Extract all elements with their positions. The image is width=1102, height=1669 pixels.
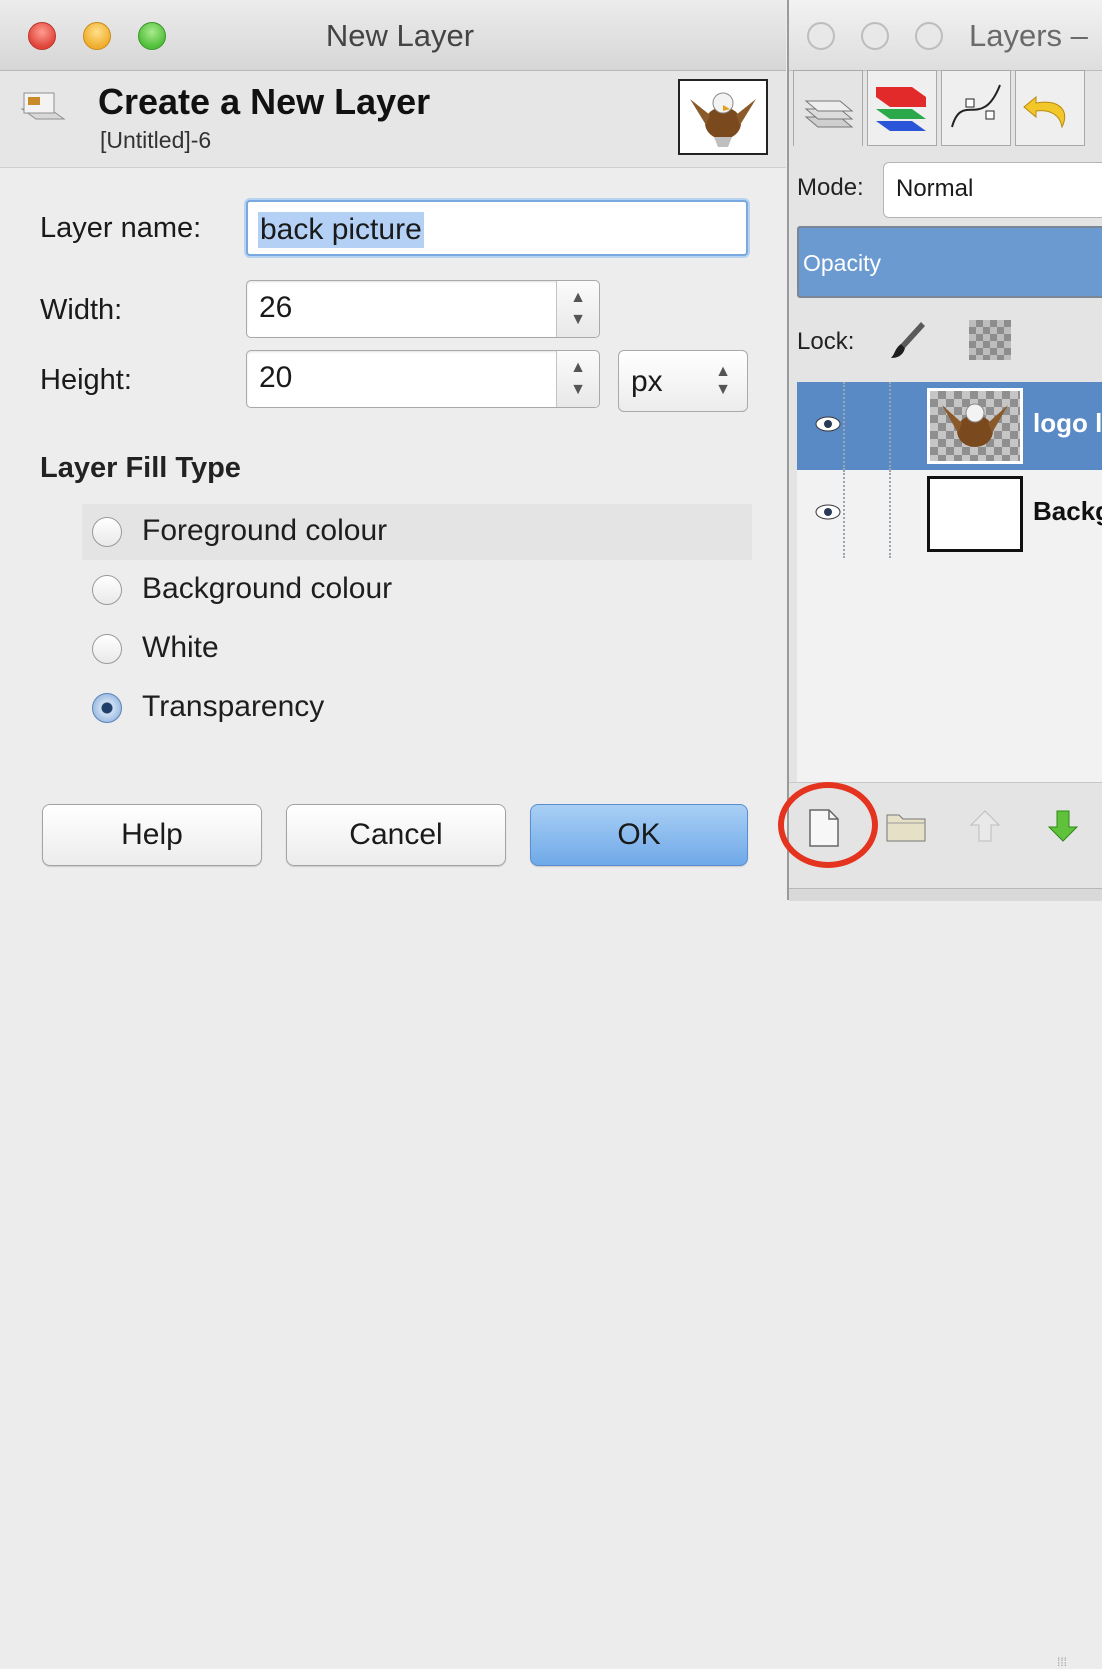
fill-option-label: White [142,631,219,664]
dialog-header: Create a New Layer [Untitled]-6 [0,71,786,168]
layer-row[interactable]: Backg [797,470,1102,558]
paths-tab-icon [951,84,1001,128]
zoom-window-button[interactable] [138,22,166,50]
layer-row-selected[interactable]: logo l [797,382,1102,470]
arrow-down-icon[interactable]: ▼ [557,311,599,329]
fill-type-heading: Layer Fill Type [40,452,241,484]
layers-titlebar: Layers – [789,0,1102,71]
zoom-window-button[interactable] [915,22,943,50]
eagle-logo-icon [690,92,756,147]
height-stepper[interactable]: ▲ ▼ [556,351,599,407]
help-button[interactable]: Help [42,804,262,866]
image-name: [Untitled]-6 [100,127,212,153]
dialog-heading: Create a New Layer [98,81,431,122]
layer-name: logo l [1033,408,1102,438]
resize-grip[interactable]: ⁞⁞⁞ [1057,1655,1067,1669]
minimize-window-button[interactable] [83,22,111,50]
height-label: Height: [40,364,132,396]
unit-value: px [631,365,663,398]
undo-tab-icon [1023,95,1066,129]
width-stepper[interactable]: ▲ ▼ [556,281,599,337]
fill-option-label: Foreground colour [142,514,388,547]
raise-layer-icon[interactable] [967,807,1003,845]
dock-tabs [789,70,1102,148]
tab-channels[interactable] [867,70,937,146]
layer-name-label: Layer name: [40,212,202,244]
height-spinbox[interactable]: 20 ▲ ▼ [246,350,600,408]
highlight-circle-annotation [778,782,878,868]
divider [889,382,891,470]
arrow-up-icon[interactable]: ▲ [557,359,599,377]
mode-select[interactable]: Normal [883,162,1102,218]
cancel-button[interactable]: Cancel [286,804,506,866]
opacity-label: Opacity [803,250,881,276]
unit-select[interactable]: px ▲ ▼ [618,350,748,412]
fill-option-white[interactable]: White [82,621,752,677]
new-layer-dialog: New Layer Create a New Layer [Untitled]-… [0,0,786,900]
layer-name-value: back picture [258,212,424,248]
layers-tab-icon [804,100,854,128]
close-window-button[interactable] [28,22,56,50]
fill-option-label: Background colour [142,572,393,605]
opacity-slider[interactable]: Opacity [797,226,1102,298]
layer-thumbnail [927,388,1023,464]
fill-option-transparency[interactable]: Transparency [82,680,752,736]
radio-button[interactable] [92,517,122,547]
layer-name-input[interactable]: back picture [246,200,748,256]
width-spinbox[interactable]: 26 ▲ ▼ [246,280,600,338]
minimize-window-button[interactable] [861,22,889,50]
lock-alpha-icon[interactable] [969,320,1011,360]
tab-paths[interactable] [941,70,1011,146]
close-window-button[interactable] [807,22,835,50]
fill-option-background[interactable]: Background colour [82,562,752,618]
dialog-window-title: New Layer [325,18,475,53]
width-label: Width: [40,294,123,326]
lock-pixels-icon[interactable] [889,318,927,362]
fill-option-foreground[interactable]: Foreground colour [82,504,752,560]
new-layer-header-icon [20,92,66,120]
panel-bottom-strip [789,888,1102,901]
eye-icon[interactable] [815,504,841,520]
arrow-up-icon: ▲ [715,363,731,380]
mode-value: Normal [896,175,974,202]
layers-window-title: Layers – [969,18,1088,53]
height-value: 20 [259,361,293,394]
lock-label: Lock: [797,328,855,355]
eye-icon[interactable] [815,416,841,432]
arrow-up-icon[interactable]: ▲ [557,289,599,307]
lower-layer-icon[interactable] [1045,807,1081,845]
width-value: 26 [259,291,293,324]
tab-undo-history[interactable] [1015,70,1085,146]
ok-button[interactable]: OK [530,804,748,866]
image-preview-thumbnail [678,79,768,155]
mode-label: Mode: [797,174,864,201]
divider [843,470,845,558]
radio-button[interactable] [92,634,122,664]
divider [843,382,845,470]
tab-layers[interactable] [793,70,863,146]
dialog-titlebar: New Layer [0,0,786,71]
layers-panel: Layers – Mode: Normal Opacity Lock: logo… [787,0,1102,1669]
radio-button-selected[interactable] [92,693,122,723]
fill-option-label: Transparency [142,690,325,723]
divider [889,470,891,558]
eagle-logo-icon [942,403,1008,447]
layer-thumbnail [927,476,1023,552]
channels-tab-icon [876,87,926,131]
arrow-down-icon: ▼ [715,381,731,398]
layer-name: Backg [1033,496,1102,526]
new-layer-group-icon[interactable] [885,807,929,845]
arrow-down-icon[interactable]: ▼ [557,381,599,399]
radio-button[interactable] [92,575,122,605]
